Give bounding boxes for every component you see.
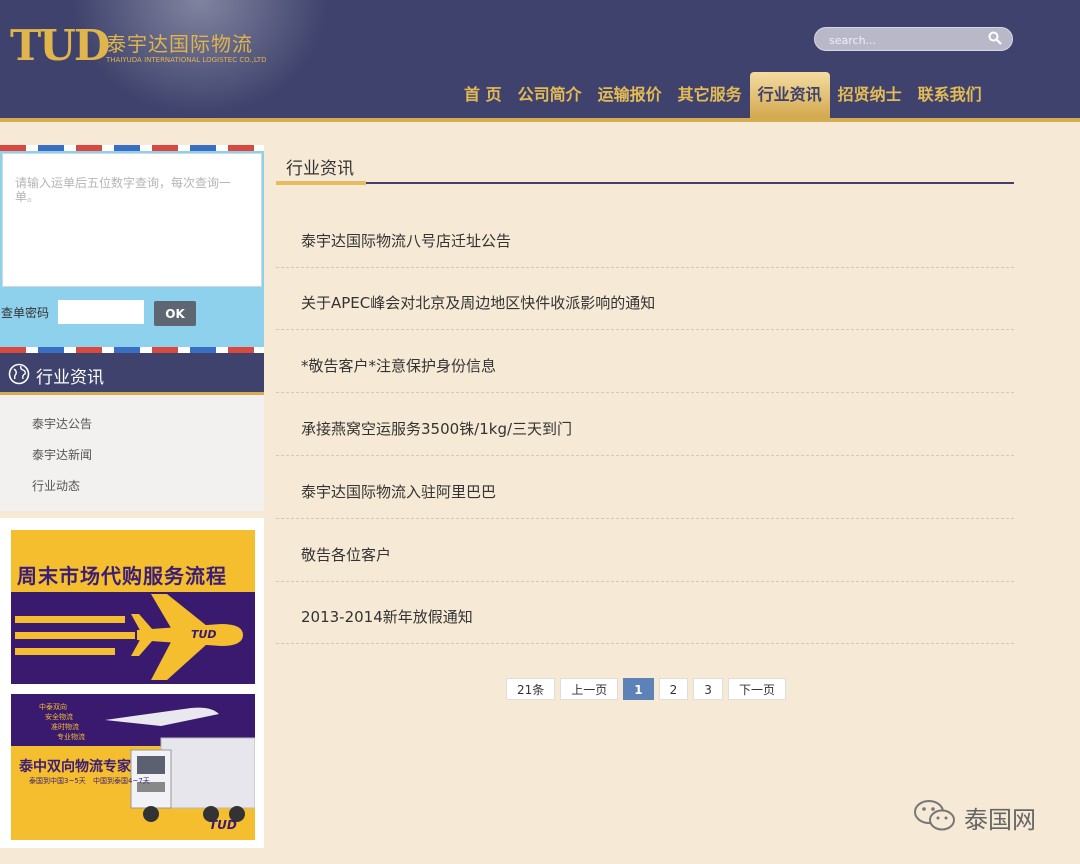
news-link[interactable]: 承接燕窝空运服务3500铢/1kg/三天到门 [301,418,572,439]
sidebar-title: 行业资讯 [36,368,104,388]
title-accent-bar [276,181,366,185]
ad2-tag: 安全物流 [45,713,73,721]
news-link[interactable]: 泰宇达国际物流入驻阿里巴巴 [301,481,496,502]
news-item: 泰宇达国际物流八号店迁址公告 [276,206,1014,268]
tracking-query-panel: 查单密码 OK [0,145,264,353]
site-logo[interactable]: TUD 泰宇达国际物流 THAIYUDA INTERNATIONAL LOGIS… [10,22,270,72]
pager-next-button[interactable]: 下一页 [727,678,786,700]
logo-mark: TUD [10,21,110,70]
nav-home[interactable]: 首 页 [456,72,510,118]
sidebar-item-industry-updates[interactable]: 行业动态 [32,477,80,494]
ad2-tag: 专业物流 [57,733,85,741]
news-item: 2013-2014新年放假通知 [276,582,1014,644]
sidebar-item-announcements[interactable]: 泰宇达公告 [32,415,92,432]
pager-page-2[interactable]: 2 [658,678,689,700]
news-link[interactable]: 敬告各位客户 [301,544,391,565]
airmail-border-top [0,145,264,151]
news-link[interactable]: 2013-2014新年放假通知 [301,606,473,627]
watermark-text: 泰国网 [964,806,1036,834]
news-item: 敬告各位客户 [276,520,1014,582]
title-divider [276,182,1014,184]
ad-weekend-shopping-banner[interactable]: 周末市场代购服务流程 TUD [11,530,255,684]
news-link[interactable]: *敬告客户*注意保护身份信息 [301,355,496,376]
ad1-logo: TUD [191,628,217,641]
page-title: 行业资讯 [286,159,354,179]
news-item: 关于APEC峰会对北京及周边地区快件收派影响的通知 [276,268,1014,330]
nav-industry-news[interactable]: 行业资讯 [749,72,830,118]
ad2-title: 泰中双向物流专家 [19,759,131,775]
query-password-input[interactable] [58,300,144,324]
nav-shipping-rates[interactable]: 运输报价 [590,72,670,118]
search-icon[interactable] [988,31,1002,45]
nav-about[interactable]: 公司简介 [510,72,590,118]
query-password-label: 查单密码 [1,306,50,320]
tracking-number-input[interactable] [2,153,262,287]
sidebar-header: 行业资讯 [0,353,264,395]
main-nav: 首 页 公司简介 运输报价 其它服务 行业资讯 招贤纳士 联系我们 [456,72,990,118]
news-item: *敬告客户*注意保护身份信息 [276,331,1014,393]
pager-total: 21条 [506,678,556,700]
watermark: 泰国网 [912,796,1052,836]
logo-english-name: THAIYUDA INTERNATIONAL LOGISTEC CO.,LTD [106,56,267,64]
search-box [814,27,1013,51]
sidebar-ads: 周末市场代购服务流程 TUD 中泰双向 安全物流 准时物流 专业物流 泰中双向物… [0,518,264,848]
pager-page-1[interactable]: 1 [623,678,654,700]
news-link[interactable]: 泰宇达国际物流八号店迁址公告 [301,230,511,251]
ad2-subtitle: 中国到泰国4~7天 [93,777,150,785]
airplane-icon [15,594,243,680]
query-ok-button[interactable]: OK [154,301,196,326]
wechat-icon [914,800,955,831]
sidebar-category-list: 泰宇达公告 泰宇达新闻 行业动态 [0,395,264,511]
nav-other-services[interactable]: 其它服务 [670,72,750,118]
news-link[interactable]: 关于APEC峰会对北京及周边地区快件收派影响的通知 [301,292,655,313]
ad1-title: 周末市场代购服务流程 [17,564,227,588]
ad2-logo: TUD [209,818,237,832]
site-header: TUD 泰宇达国际物流 THAIYUDA INTERNATIONAL LOGIS… [0,0,1080,122]
pager-page-3[interactable]: 3 [693,678,723,700]
ad2-tag: 准时物流 [51,723,79,731]
nav-contact[interactable]: 联系我们 [910,72,990,118]
ad2-subtitle: 泰国到中国3~5天 [29,777,86,785]
pagination: 21条 上一页 1 2 3 下一页 [506,678,791,700]
logo-chinese-name: 泰宇达国际物流 [106,32,253,56]
pager-prev-button[interactable]: 上一页 [560,678,619,700]
sidebar-item-news[interactable]: 泰宇达新闻 [32,446,92,463]
ad2-tag: 中泰双向 [39,703,67,711]
ad-logistics-expert-banner[interactable]: 中泰双向 安全物流 准时物流 专业物流 泰中双向物流专家 泰国到中国3~5天 中… [11,694,255,840]
news-item: 泰宇达国际物流入驻阿里巴巴 [276,457,1014,519]
news-item: 承接燕窝空运服务3500铢/1kg/三天到门 [276,394,1014,456]
globe-icon [8,363,30,385]
search-input[interactable] [827,31,991,49]
nav-careers[interactable]: 招贤纳士 [830,72,910,118]
